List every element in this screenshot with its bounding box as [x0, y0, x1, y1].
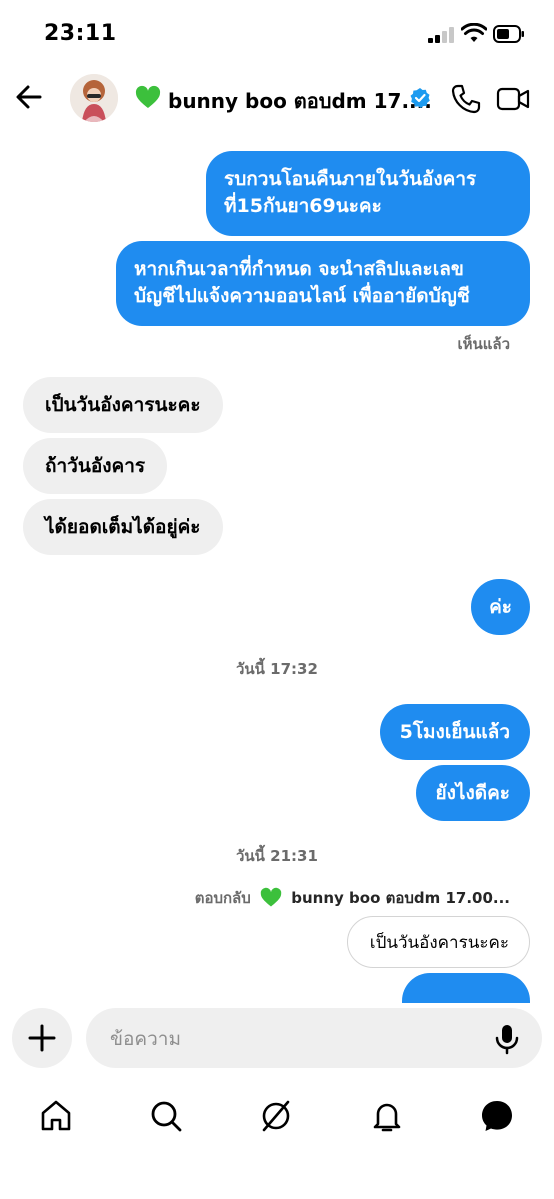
message-bubble-incoming[interactable]: ถ้าวันอังคาร	[23, 438, 168, 494]
plus-icon	[28, 1024, 56, 1052]
quoted-message[interactable]: เป็นวันอังคารนะคะ	[346, 916, 530, 968]
message-line: ที่15กันยา69นะคะ	[224, 195, 382, 217]
messenger-icon[interactable]	[479, 1098, 515, 1134]
add-attachment-button[interactable]	[12, 1008, 72, 1068]
message-line: บัญชีไปแจ้งความออนไลน์ เพื่ออายัดบัญชี	[134, 285, 470, 307]
cellular-signal-icon	[428, 27, 456, 43]
message-bubble-outgoing[interactable]: หากเกินเวลาที่กำหนด จะนำสลิปและเลข บัญชี…	[116, 241, 530, 326]
avatar[interactable]	[70, 74, 118, 122]
seen-label: เห็นแล้ว	[457, 335, 510, 353]
message-bubble-incoming[interactable]: ได้ยอดเต็มได้อยู่ค่ะ	[23, 499, 223, 555]
message-text: ยังไงดีคะ	[435, 782, 511, 804]
home-icon[interactable]	[38, 1098, 74, 1134]
message-text: ค่ะ	[489, 596, 512, 618]
back-arrow-icon[interactable]	[14, 82, 44, 112]
timestamp: วันนี้ 21:31	[236, 847, 318, 865]
green-heart-icon	[135, 85, 161, 108]
microphone-icon[interactable]	[492, 1023, 522, 1055]
bottom-navigation	[0, 1084, 554, 1154]
contact-name[interactable]: bunny boo ตอบdm 17....	[168, 85, 432, 117]
search-icon[interactable]	[148, 1098, 184, 1134]
verified-badge-icon	[410, 88, 430, 108]
status-bar: 23:11	[0, 0, 554, 70]
message-composer	[0, 1005, 554, 1075]
message-bubble-outgoing[interactable]: 5โมงเย็นแล้ว	[379, 704, 530, 760]
message-line: หากเกินเวลาที่กำหนด จะนำสลิปและเลข	[134, 258, 464, 280]
message-bubble-outgoing[interactable]: ยังไงดีคะ	[415, 765, 530, 821]
status-time: 23:11	[44, 21, 117, 46]
battery-icon	[493, 25, 524, 43]
message-input[interactable]	[108, 1008, 472, 1070]
wifi-icon	[461, 23, 487, 42]
chat-header: bunny boo ตอบdm 17....	[0, 70, 554, 132]
message-text: 5โมงเย็นแล้ว	[399, 721, 510, 743]
message-text: เป็นวันอังคารนะคะ	[45, 394, 201, 416]
timestamp: วันนี้ 17:32	[236, 660, 318, 678]
video-call-icon[interactable]	[496, 84, 530, 114]
reply-to-name: bunny boo ตอบdm 17.00...	[291, 889, 510, 907]
message-text: ถ้าวันอังคาร	[45, 455, 146, 477]
reply-context: ตอบกลับ bunny boo ตอบdm 17.00...	[195, 886, 510, 914]
explore-icon[interactable]	[258, 1098, 294, 1134]
message-bubble-outgoing[interactable]: ค่ะ	[471, 579, 530, 635]
message-bubble-incoming[interactable]: เป็นวันอังคารนะคะ	[23, 377, 223, 433]
message-text: ได้ยอดเต็มได้อยู่ค่ะ	[45, 516, 201, 538]
notifications-icon[interactable]	[369, 1098, 405, 1134]
message-bubble-outgoing[interactable]	[402, 973, 530, 1003]
reply-prefix: ตอบกลับ	[194, 889, 251, 907]
phone-call-icon[interactable]	[450, 83, 482, 115]
quoted-text: เป็นวันอังคารนะคะ	[369, 933, 509, 953]
message-bubble-outgoing[interactable]: รบกวนโอนคืนภายในวันอังคาร ที่15กันยา69นะ…	[206, 151, 530, 236]
green-heart-icon	[260, 887, 282, 907]
message-line: รบกวนโอนคืนภายในวันอังคาร	[224, 168, 477, 190]
message-input-box[interactable]	[86, 1008, 542, 1070]
